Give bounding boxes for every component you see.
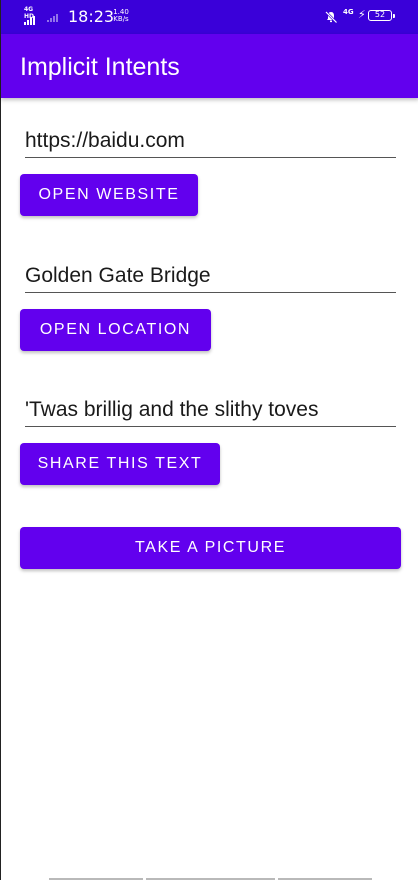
location-input[interactable]: Golden Gate Bridge [25,262,396,293]
app-screen: 4G HD 18:23 1.40 KB/s 4G ⚡ 52 Implicit I… [0,0,418,880]
network-speed: 1.40 KB/s [113,9,129,23]
app-bar: Implicit Intents [1,34,418,98]
speed-unit: KB/s [113,15,129,23]
signal-bars-icon [24,16,35,25]
battery-icon: 52 [368,10,395,21]
share-text-input[interactable]: 'Twas brillig and the slithy toves [25,396,396,427]
network-signal: 4G HD [24,6,44,25]
website-url-input[interactable]: https://baidu.com [25,127,396,158]
signal-bars-secondary-icon [47,14,58,22]
status-bar: 4G HD 18:23 1.40 KB/s 4G ⚡ 52 [1,0,418,34]
status-time: 18:23 [68,7,115,26]
open-location-button[interactable]: OPEN LOCATION [20,309,211,351]
mobile-data-indicator: 4G [343,8,354,16]
charging-icon: ⚡ [358,8,366,21]
bell-muted-icon [324,9,338,24]
open-website-button[interactable]: OPEN WEBSITE [20,174,198,216]
take-picture-button[interactable]: TAKE A PICTURE [20,527,401,569]
share-text-button[interactable]: SHARE THIS TEXT [20,443,220,485]
page-title: Implicit Intents [20,53,180,81]
